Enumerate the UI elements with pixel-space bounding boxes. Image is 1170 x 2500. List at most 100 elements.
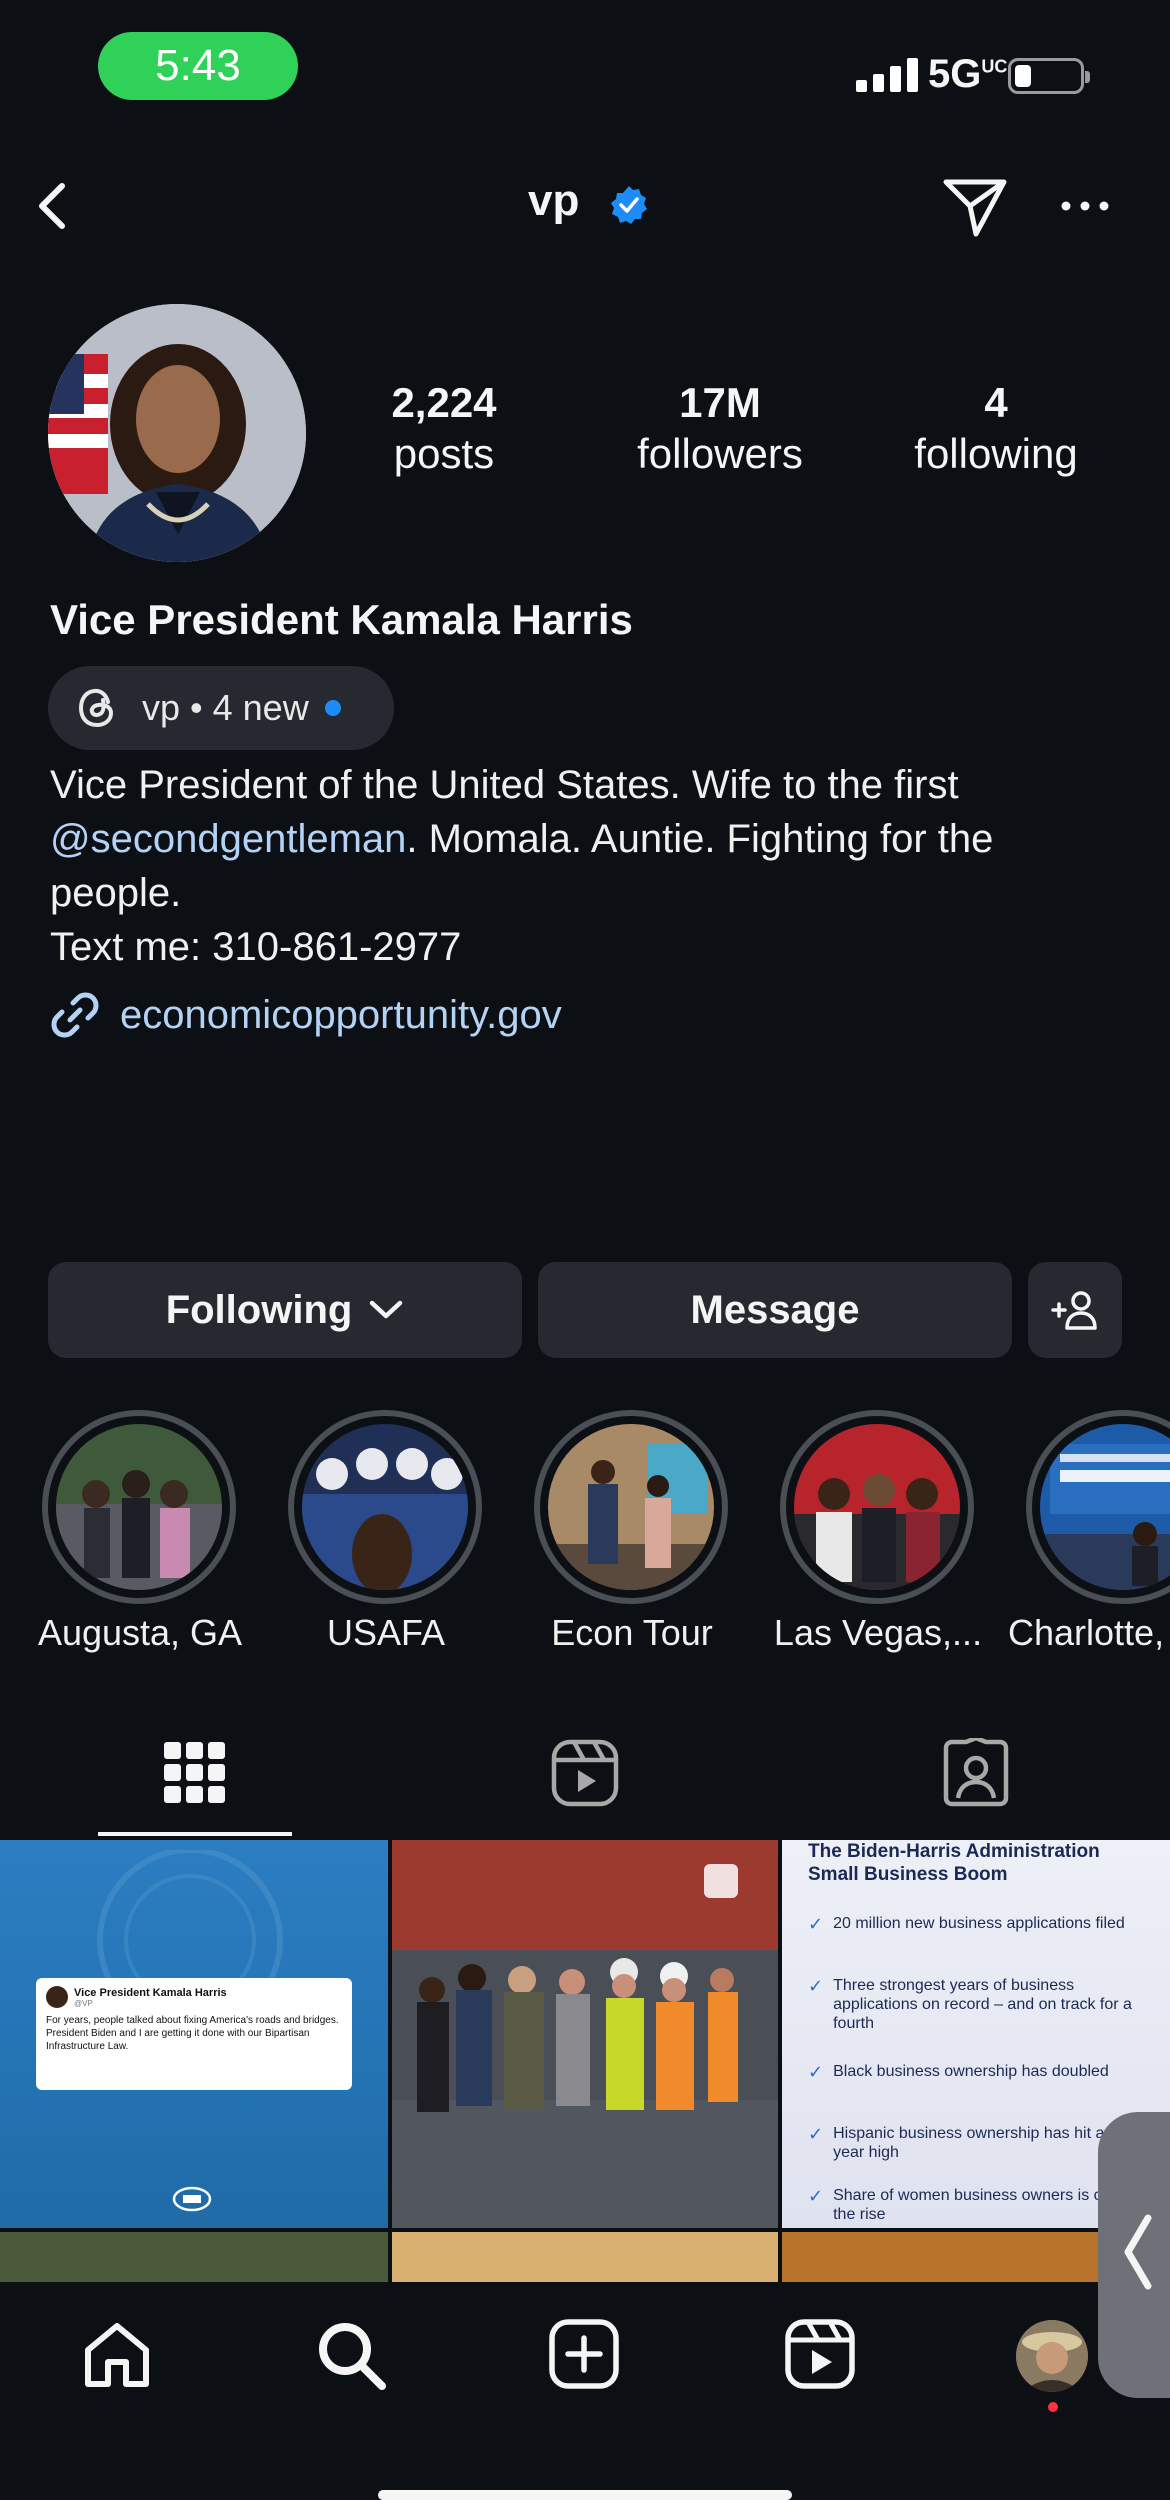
following-button-label: Following bbox=[165, 1287, 353, 1332]
infographic-item: ✓ Hispanic business ownership has hit a 3… bbox=[808, 2124, 1138, 2186]
infographic-item-text: Hispanic business ownership has hit a 30… bbox=[833, 2125, 1132, 2161]
infographic-item: ✓ Share of women business owners is on th… bbox=[808, 2186, 1138, 2228]
network-sup: UC bbox=[981, 56, 1008, 77]
new-indicator-dot bbox=[324, 700, 341, 716]
following-count: 4 bbox=[984, 379, 1008, 426]
link-text: economicopportunity.gov bbox=[120, 992, 562, 1037]
home-icon[interactable] bbox=[80, 2318, 154, 2392]
infographic-list: ✓ 20 million new business applications fi… bbox=[808, 1914, 1138, 2228]
chevron-down-icon bbox=[370, 1300, 403, 1319]
post-tile-row2-1[interactable] bbox=[0, 2232, 388, 2282]
profile-avatar[interactable] bbox=[48, 304, 306, 562]
highlight-label-charlotte: Charlotte, bbox=[1008, 1612, 1165, 1653]
tweet-handle: @VP bbox=[74, 1998, 93, 2008]
bio-line-2-rest: . Momala. Auntie. Fighting for the bbox=[406, 817, 994, 861]
profile-username: vp bbox=[528, 176, 580, 225]
bio-line-4: Text me: 310-861-2977 bbox=[50, 925, 462, 969]
check-icon: ✓ bbox=[808, 1914, 824, 1934]
threads-badge[interactable]: vp • 4 new bbox=[48, 666, 394, 750]
profile-link[interactable]: economicopportunity.gov bbox=[48, 988, 562, 1042]
threads-icon bbox=[78, 688, 114, 728]
notification-dot bbox=[1048, 2402, 1058, 2412]
home-indicator bbox=[378, 2490, 792, 2500]
own-profile-avatar[interactable] bbox=[1016, 2320, 1088, 2392]
highlight-las-vegas[interactable] bbox=[780, 1410, 974, 1604]
infographic-item-text: Three strongest years of business applic… bbox=[833, 1977, 1132, 2032]
following-button[interactable]: Following bbox=[48, 1262, 522, 1358]
mention-link[interactable]: @secondgentleman bbox=[50, 817, 406, 861]
highlight-cover bbox=[56, 1424, 222, 1590]
avatar-portrait bbox=[48, 304, 306, 562]
active-tab-indicator bbox=[98, 1832, 292, 1836]
suggested-accounts-button[interactable] bbox=[1028, 1262, 1122, 1358]
network-label: 5G bbox=[928, 52, 982, 96]
check-icon: ✓ bbox=[808, 2062, 824, 2082]
status-time: 5:43 bbox=[98, 32, 298, 100]
infographic-item-text: Black business ownership has doubled bbox=[833, 2063, 1109, 2080]
check-icon: ✓ bbox=[808, 2124, 824, 2144]
posts-label: posts bbox=[393, 430, 495, 477]
infographic-item: ✓ Three strongest years of business appli… bbox=[808, 1976, 1138, 2062]
tweet-name: Vice President Kamala Harris bbox=[74, 1986, 227, 1999]
post-tile-infrastructure[interactable]: Vice President Kamala Harris @VP For yea… bbox=[0, 1840, 388, 2228]
side-drawer-handle[interactable] bbox=[1098, 2112, 1170, 2398]
highlight-label-las-vegas: Las Vegas,... bbox=[773, 1612, 983, 1653]
infographic-item-text: 20 million new business applications fil… bbox=[833, 1915, 1125, 1932]
tweet-avatar bbox=[46, 1986, 68, 2008]
bio-line-1: Vice President of the United States. Wif… bbox=[50, 763, 959, 807]
check-icon: ✓ bbox=[808, 1976, 824, 1996]
infographic-item: ✓ Black business ownership has doubled bbox=[808, 2062, 1138, 2124]
message-button[interactable]: Message bbox=[538, 1262, 1012, 1358]
add-person-icon bbox=[1051, 1291, 1097, 1330]
infographic-item-text: Share of women business owners is on the… bbox=[833, 2187, 1112, 2223]
back-arrow-icon[interactable] bbox=[24, 176, 84, 236]
posts-count: 2,224 bbox=[391, 379, 497, 426]
bottom-navigation bbox=[0, 2282, 1170, 2497]
reels-icon[interactable] bbox=[784, 2318, 856, 2390]
direct-message-icon[interactable] bbox=[940, 172, 1010, 242]
white-house-logo bbox=[172, 2186, 212, 2212]
search-icon[interactable] bbox=[314, 2318, 388, 2392]
tweet-author: Vice President Kamala Harris @VP bbox=[74, 1987, 227, 2008]
grid-tab-icon[interactable] bbox=[164, 1742, 226, 1804]
bio-line-3: people. bbox=[50, 871, 182, 915]
threads-badge-label: vp • 4 new bbox=[142, 687, 309, 728]
link-icon bbox=[51, 992, 99, 1038]
chevron-left-icon bbox=[1124, 2214, 1152, 2290]
highlight-cover bbox=[1040, 1424, 1170, 1590]
posts-stat[interactable]: 2,224 posts bbox=[324, 378, 564, 480]
highlight-charlotte[interactable] bbox=[1026, 1410, 1170, 1604]
following-label: following bbox=[914, 430, 1078, 477]
message-button-label: Message bbox=[690, 1287, 860, 1332]
tweet-header: Vice President Kamala Harris @VP bbox=[46, 1986, 342, 2008]
verified-badge-icon bbox=[611, 186, 647, 224]
create-post-icon[interactable] bbox=[548, 2318, 620, 2390]
battery-icon bbox=[1008, 58, 1090, 94]
infographic-item: ✓ 20 million new business applications fi… bbox=[808, 1914, 1138, 1976]
highlight-cover bbox=[548, 1424, 714, 1590]
followers-count: 17M bbox=[679, 379, 761, 426]
bio-line-2: @secondgentleman. Momala. Auntie. Fighti… bbox=[50, 812, 1130, 866]
infographic-title: The Biden-Harris Administration Small Bu… bbox=[808, 1841, 1100, 1885]
followers-stat[interactable]: 17M followers bbox=[600, 378, 840, 480]
own-avatar-image bbox=[1016, 2320, 1088, 2392]
followers-label: followers bbox=[637, 430, 803, 477]
highlight-label-augusta: Augusta, GA bbox=[37, 1612, 243, 1653]
check-icon: ✓ bbox=[808, 2186, 824, 2206]
profile-bio: Vice President of the United States. Wif… bbox=[50, 758, 1130, 974]
highlight-econ-tour[interactable] bbox=[534, 1410, 728, 1604]
post-tile-construction[interactable] bbox=[392, 1840, 778, 2228]
tweet-text: For years, people talked about fixing Am… bbox=[46, 2015, 339, 2052]
highlight-cover bbox=[302, 1424, 468, 1590]
tagged-tab-icon[interactable] bbox=[942, 1738, 1010, 1808]
reels-tab-icon[interactable] bbox=[550, 1738, 620, 1808]
tweet-card: Vice President Kamala Harris @VP For yea… bbox=[36, 1978, 352, 2090]
construction-photo bbox=[392, 1840, 778, 2228]
display-name: Vice President Kamala Harris bbox=[50, 596, 633, 643]
highlight-label-econ-tour: Econ Tour bbox=[551, 1612, 713, 1653]
post-tile-row2-2[interactable] bbox=[392, 2232, 778, 2282]
following-stat[interactable]: 4 following bbox=[876, 378, 1116, 480]
highlight-usafa[interactable] bbox=[288, 1410, 482, 1604]
more-options-icon[interactable] bbox=[1060, 196, 1110, 216]
highlight-augusta[interactable] bbox=[42, 1410, 236, 1604]
